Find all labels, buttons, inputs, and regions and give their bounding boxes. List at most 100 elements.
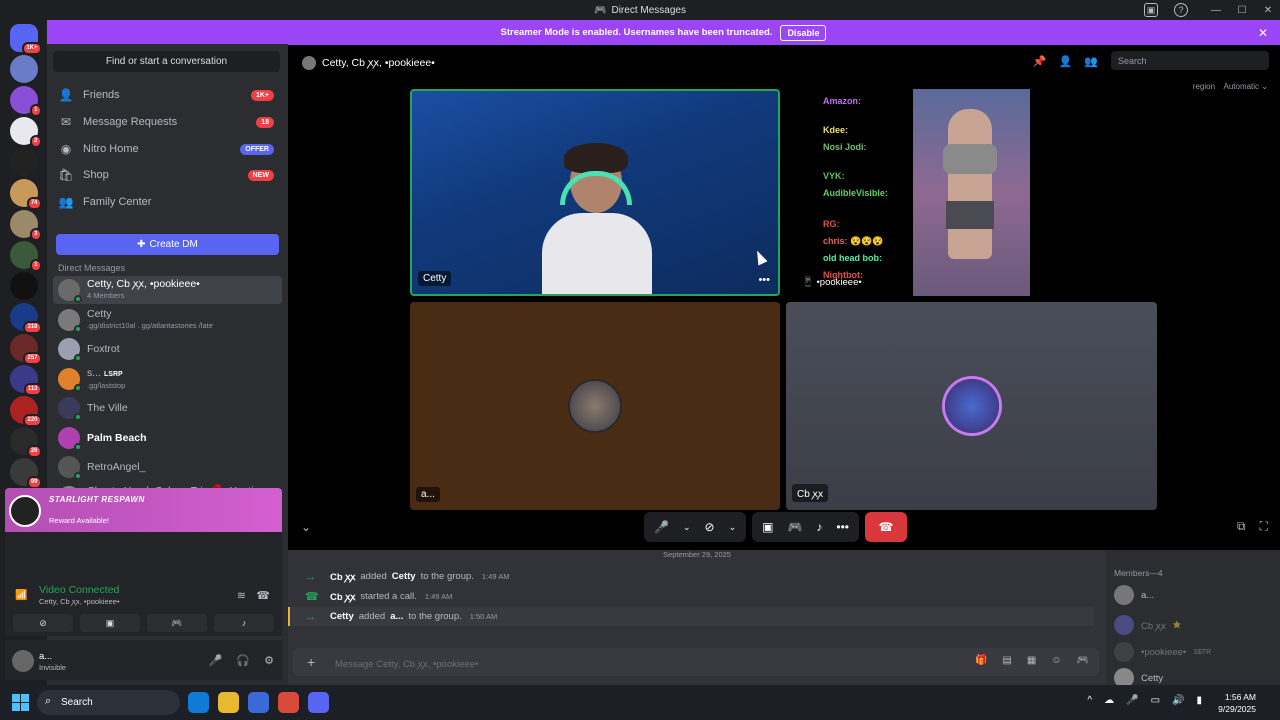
server-icon[interactable]: 1: [9, 241, 42, 272]
store-app-icon[interactable]: [248, 692, 269, 713]
discord-app-icon[interactable]: [308, 692, 329, 713]
video-tile-cb[interactable]: Cb ꭗꭗ: [786, 302, 1157, 510]
gift-icon[interactable]: 🎁: [975, 655, 987, 666]
member-item[interactable]: a...: [1114, 585, 1274, 605]
server-icon[interactable]: 1: [9, 86, 42, 117]
dm-item[interactable]: Cetty, Cb ꭗꭗ, •pookieee• 4 Members: [53, 276, 282, 304]
soundboard-icon[interactable]: ♪: [816, 520, 822, 534]
server-icon[interactable]: 26: [9, 427, 42, 458]
nav-nitro-home[interactable]: ◉ Nitro Home OFFER: [53, 137, 280, 161]
server-icon[interactable]: 74: [9, 179, 42, 210]
server-icon[interactable]: 220: [9, 396, 42, 427]
camera-off-icon[interactable]: ⊘: [705, 520, 715, 534]
add-friend-icon[interactable]: 👤: [1059, 55, 1073, 68]
nav-message-requests[interactable]: ✉ Message Requests 18: [53, 110, 280, 134]
server-icon[interactable]: 257: [9, 334, 42, 365]
server-icon[interactable]: 99: [9, 458, 42, 489]
cloud-icon[interactable]: ☁: [1104, 695, 1114, 706]
reward-promo[interactable]: STARLIGHT RESPAWN Reward Available!: [5, 488, 282, 532]
activity-button[interactable]: 🎮: [147, 614, 207, 632]
server-icon[interactable]: [9, 272, 38, 300]
mic-options-chevron-icon[interactable]: ⌄: [683, 522, 691, 533]
screen-share-button[interactable]: ▣: [80, 614, 140, 632]
inbox-icon[interactable]: ▣: [1144, 3, 1158, 17]
camera-options-chevron-icon[interactable]: ⌄: [729, 522, 737, 533]
disconnect-icon[interactable]: ☎: [256, 589, 270, 602]
disable-streamer-mode-button[interactable]: Disable: [780, 24, 827, 41]
soundboard-button[interactable]: ♪: [214, 614, 274, 632]
nav-friends[interactable]: 👤 Friends 1K+: [53, 83, 280, 107]
dm-item[interactable]: RetroAngel_: [53, 453, 282, 481]
server-badge: 113: [23, 383, 42, 396]
server-icon[interactable]: 3: [9, 210, 42, 241]
edge-app-icon[interactable]: [188, 692, 209, 713]
apps-icon[interactable]: 🎮: [1077, 655, 1089, 666]
nav-shop[interactable]: 🛍 Shop NEW: [53, 163, 280, 187]
nav-family-center[interactable]: 👥 Family Center: [53, 190, 280, 214]
server-icon[interactable]: [9, 148, 38, 176]
taskbar-clock[interactable]: 1:56 AM 9/29/2025: [1218, 691, 1256, 715]
tray-mic-icon[interactable]: 🎤: [1126, 695, 1138, 706]
message-input[interactable]: Message Cetty, Cb ꭗꭗ, •pookieee•: [335, 657, 478, 670]
minimize-icon[interactable]: —: [1204, 5, 1228, 16]
emoji-icon[interactable]: ☺: [1051, 655, 1061, 666]
fullscreen-icon[interactable]: ⛶: [1260, 519, 1268, 534]
maximize-icon[interactable]: ☐: [1230, 5, 1254, 16]
video-tile-a[interactable]: a...: [410, 302, 780, 510]
activity-icon[interactable]: 🎮: [787, 520, 802, 534]
member-item[interactable]: Cb ꭗꭗ ⭐: [1114, 615, 1274, 635]
dm-item[interactable]: Foxtrot: [53, 335, 282, 363]
server-icon[interactable]: [9, 55, 38, 83]
camera-off-button[interactable]: ⊘: [13, 614, 73, 632]
taskbar-search[interactable]: ⌕ Search: [37, 690, 180, 715]
more-icon[interactable]: •••: [836, 520, 849, 534]
tray-chevron-icon[interactable]: ^: [1087, 695, 1092, 706]
volume-icon[interactable]: 🔊: [1172, 695, 1184, 706]
microphone-icon[interactable]: 🎤: [209, 654, 223, 667]
create-dm-button[interactable]: ✚ Create DM: [56, 234, 279, 255]
signal-icon[interactable]: 📶: [15, 590, 27, 601]
user-avatar[interactable]: [12, 650, 34, 672]
server-icon[interactable]: 1K+: [9, 24, 42, 55]
sticker-icon[interactable]: ▦: [1027, 655, 1036, 666]
server-icon[interactable]: 318: [9, 303, 42, 334]
display-icon[interactable]: ▭: [1151, 695, 1160, 706]
close-banner-icon[interactable]: ✕: [1258, 26, 1268, 40]
region-selector[interactable]: region Automatic ⌄: [1193, 82, 1268, 91]
status-dot: [74, 413, 82, 421]
dm-item[interactable]: Cetty .gg/district10al . gg/atlantastorie…: [53, 306, 282, 334]
more-options-icon[interactable]: •••: [758, 274, 770, 286]
close-window-icon[interactable]: ✕: [1256, 5, 1280, 16]
popout-icon[interactable]: ⧉: [1237, 519, 1246, 534]
server-icon[interactable]: 2: [9, 117, 42, 148]
noise-suppression-icon[interactable]: ≋: [237, 589, 246, 602]
find-conversation-button[interactable]: Find or start a conversation: [53, 51, 280, 72]
dm-item[interactable]: Palm Beach: [53, 424, 282, 452]
message-composer[interactable]: + Message Cetty, Cb ꭗꭗ, •pookieee• 🎁 ▤ ▦…: [293, 648, 1099, 676]
headphones-icon[interactable]: 🎧: [236, 654, 250, 667]
stream-tile-pookieee[interactable]: Christopher McDaniel: man nooAmazon: Kde…: [796, 89, 1156, 296]
file-explorer-icon[interactable]: [218, 692, 239, 713]
gif-icon[interactable]: ▤: [1002, 655, 1011, 666]
member-name: a...: [1141, 589, 1155, 601]
mic-icon[interactable]: 🎤: [654, 520, 669, 534]
pin-icon[interactable]: 📌: [1033, 55, 1047, 68]
screen-share-icon[interactable]: ▣: [762, 520, 773, 534]
members-icon[interactable]: 👥: [1084, 55, 1098, 68]
settings-gear-icon[interactable]: ⚙: [264, 654, 274, 667]
attach-plus-icon[interactable]: +: [307, 654, 315, 670]
server-icon[interactable]: 113: [9, 365, 42, 396]
video-tile-cetty[interactable]: Cetty •••: [410, 89, 780, 296]
search-input[interactable]: Search: [1111, 51, 1269, 70]
dm-name: RetroAngel_: [87, 460, 146, 473]
help-icon[interactable]: ?: [1174, 3, 1188, 17]
collapse-chevron-icon[interactable]: ⌄: [301, 520, 311, 534]
dm-item[interactable]: s... LSRP .gg/laststop: [53, 365, 282, 393]
hang-up-button[interactable]: ☎: [865, 512, 908, 542]
member-name: •pookieee•: [1141, 646, 1187, 658]
dm-item[interactable]: The Ville: [53, 394, 282, 422]
chrome-app-icon[interactable]: [278, 692, 299, 713]
member-item[interactable]: •pookieee• S$TR: [1114, 642, 1274, 662]
windows-start-icon[interactable]: [12, 694, 29, 711]
battery-icon[interactable]: ▮: [1196, 695, 1202, 706]
